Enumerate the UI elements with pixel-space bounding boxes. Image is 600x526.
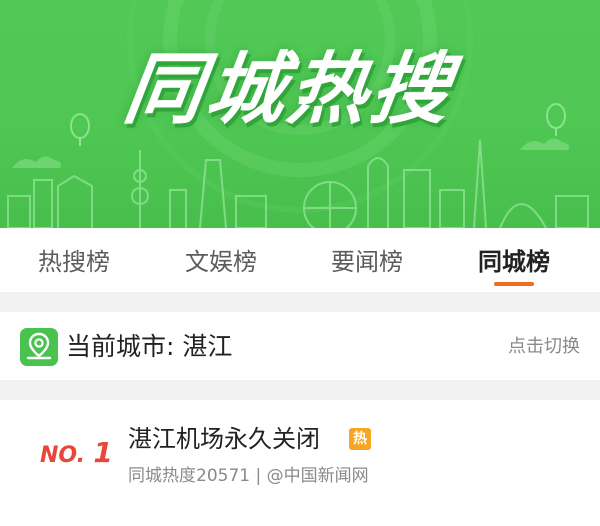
- current-city-row: 当前城市: 湛江 点击切换: [0, 312, 600, 380]
- tab-headline-news[interactable]: 要闻榜: [331, 246, 403, 278]
- banner-title: 同城热搜: [118, 45, 460, 135]
- news-title[interactable]: 湛江机场永久关闭: [128, 422, 320, 456]
- tab-entertainment[interactable]: 文娱榜: [185, 246, 257, 278]
- list-item[interactable]: NO. 1 湛江机场永久关闭 热 同城热度20571 | @中国新闻网: [0, 400, 600, 526]
- rank-number: 1: [93, 436, 113, 469]
- active-tab-indicator: [494, 282, 534, 286]
- section-divider: [0, 380, 600, 400]
- tab-local-city[interactable]: 同城榜: [478, 246, 550, 278]
- section-divider: [0, 292, 600, 312]
- rank-prefix: NO.: [40, 443, 85, 468]
- tab-hot-search[interactable]: 热搜榜: [38, 246, 110, 278]
- news-meta: 同城热度20571 | @中国新闻网: [128, 466, 369, 486]
- current-city-label: 当前城市: 湛江: [66, 332, 233, 361]
- hot-badge: 热: [349, 428, 371, 450]
- rank-badge: NO. 1: [40, 436, 113, 469]
- location-pin-icon: [20, 328, 58, 366]
- banner: 同城热搜: [0, 0, 600, 228]
- switch-city-button[interactable]: 点击切换: [508, 334, 580, 360]
